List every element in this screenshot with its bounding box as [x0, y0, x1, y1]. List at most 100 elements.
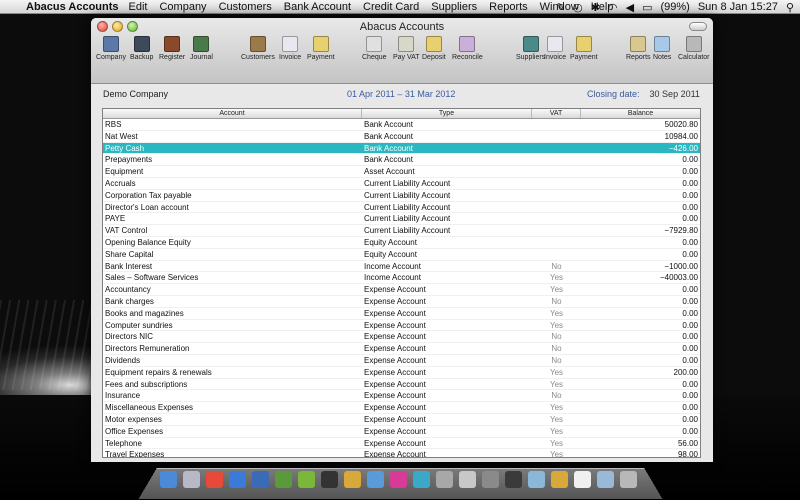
toolbar-register-button[interactable]: Register: [159, 36, 185, 61]
cell-type: Bank Account: [364, 155, 413, 165]
time-machine-icon[interactable]: ◴: [573, 1, 583, 14]
finder-icon[interactable]: [160, 471, 177, 488]
table-row[interactable]: Nat West Bank Account 10984.00: [103, 131, 700, 143]
toolbar-payment-button[interactable]: Payment: [307, 36, 335, 61]
menu-edit[interactable]: Edit: [129, 1, 148, 13]
activity-icon[interactable]: [505, 471, 522, 488]
closing-date-label: Closing date:: [587, 89, 640, 99]
cell-vat: [532, 131, 581, 142]
toolbar-reports-button[interactable]: Reports: [626, 36, 651, 61]
table-row[interactable]: Director's Loan account Current Liability…: [103, 202, 700, 214]
bluetooth-icon[interactable]: ✱: [591, 1, 600, 14]
toolbar-pay-vat-button[interactable]: Pay VAT: [393, 36, 420, 61]
cell-vat: [532, 119, 581, 130]
table-row[interactable]: Corporation Tax payable Current Liability…: [103, 190, 700, 202]
script-menu-icon[interactable]: ✎: [556, 1, 565, 14]
table-row[interactable]: Sales – Software Services Income Account Y…: [103, 272, 700, 285]
toolbar-cheque-button[interactable]: Cheque: [362, 36, 387, 61]
table-row[interactable]: Miscellaneous Expenses Expense Account Yes…: [103, 402, 700, 414]
toolbar-supplier-invoice-button[interactable]: Invoice: [544, 36, 566, 61]
trash-icon[interactable]: [620, 471, 637, 488]
document-icon[interactable]: [574, 471, 591, 488]
table-row[interactable]: Office Expenses Expense Account Yes 0.00: [103, 426, 700, 438]
table-row[interactable]: Dividends Expense Account No 0.00: [103, 355, 700, 367]
table-row[interactable]: Opening Balance Equity Equity Account 0.00: [103, 237, 700, 249]
toolbar-backup-button[interactable]: Backup: [130, 36, 153, 61]
cell-vat: [532, 166, 581, 177]
toolbar-customers-button[interactable]: Customers: [241, 36, 275, 61]
table-row[interactable]: Motor expenses Expense Account Yes 0.00: [103, 414, 700, 426]
cell-vat: Yes: [549, 414, 564, 424]
cell-account: PAYE: [105, 214, 126, 224]
facetime-icon[interactable]: [275, 471, 292, 488]
table-row[interactable]: Prepayments Bank Account 0.00: [103, 154, 700, 167]
table-row[interactable]: Fees and subscriptions Expense Account Yes…: [103, 379, 700, 391]
toolbar-company-button[interactable]: Company: [96, 36, 126, 61]
wifi-icon[interactable]: ◠: [608, 1, 618, 14]
cell-balance: 56.00: [677, 438, 698, 448]
mail-icon[interactable]: [183, 471, 200, 488]
battery-icon[interactable]: ▭: [642, 1, 652, 14]
cell-type: Equity Account: [364, 237, 417, 247]
column-header-account[interactable]: Account: [103, 109, 362, 118]
toolbar-invoice-button[interactable]: Invoice: [279, 36, 301, 61]
spotlight-icon[interactable]: ⚲: [786, 1, 794, 14]
table-row[interactable]: VAT Control Current Liability Account −792…: [103, 225, 700, 237]
table-row[interactable]: Insurance Expense Account No 0.00: [103, 390, 700, 403]
calendar-icon[interactable]: [206, 471, 223, 488]
column-header-balance[interactable]: Balance: [581, 109, 700, 118]
table-row[interactable]: RBS Bank Account 50020.80: [103, 119, 700, 131]
spotify-icon[interactable]: [298, 471, 315, 488]
table-row[interactable]: Directors NIC Expense Account No 0.00: [103, 331, 700, 344]
table-row[interactable]: Travel Expenses Expense Account Yes 98.00: [103, 449, 700, 457]
table-row[interactable]: Share Capital Equity Account 0.00: [103, 249, 700, 261]
toolbar-notes-button[interactable]: Notes: [653, 36, 671, 61]
terminal-icon[interactable]: [321, 471, 338, 488]
toolbar-supplier-payment-button[interactable]: Payment: [570, 36, 598, 61]
toolbar-reconcile-button[interactable]: Reconcile: [452, 36, 483, 61]
safari-icon[interactable]: [229, 471, 246, 488]
folder-icon[interactable]: [597, 471, 614, 488]
photos-icon[interactable]: [344, 471, 361, 488]
menu-company[interactable]: Company: [159, 1, 206, 13]
toolbar-calculator-button[interactable]: Calculator: [678, 36, 710, 61]
table-row[interactable]: Equipment repairs & renewals Expense Acco…: [103, 367, 700, 379]
volume-icon[interactable]: ◀: [626, 1, 634, 14]
column-header-type[interactable]: Type: [362, 109, 532, 118]
table-row[interactable]: Computer sundries Expense Account Yes 0.00: [103, 320, 700, 332]
toolbar-journal-button[interactable]: Journal: [190, 36, 213, 61]
earth-icon[interactable]: [252, 471, 269, 488]
table-row[interactable]: Accruals Current Liability Account 0.00: [103, 178, 700, 190]
toolbar-label: Invoice: [279, 54, 302, 61]
table-row[interactable]: Telephone Expense Account Yes 56.00: [103, 438, 700, 450]
menu-credit-card[interactable]: Credit Card: [363, 1, 419, 13]
itunes-icon[interactable]: [367, 471, 384, 488]
menu-suppliers[interactable]: Suppliers: [431, 1, 477, 13]
table-row[interactable]: Bank Interest Income Account No −1000.00: [103, 261, 700, 273]
menu-customers[interactable]: Customers: [219, 1, 272, 13]
preferences-icon[interactable]: [482, 471, 499, 488]
table-row[interactable]: Books and magazines Expense Account Yes 0.0…: [103, 308, 700, 320]
app-menu[interactable]: Abacus Accounts: [26, 1, 119, 13]
media-icon[interactable]: [390, 471, 407, 488]
gold-icon[interactable]: [551, 471, 568, 488]
table-row[interactable]: Equipment Asset Account 0.00: [103, 166, 700, 178]
table-row[interactable]: PAYE Current Liability Account 0.00: [103, 213, 700, 226]
mirror-icon[interactable]: [528, 471, 545, 488]
accounts-table[interactable]: Account Type VAT Balance RBS Bank Account…: [102, 108, 701, 458]
preview-icon[interactable]: [459, 471, 476, 488]
menu-bank-account[interactable]: Bank Account: [284, 1, 351, 13]
clock[interactable]: Sun 8 Jan 15:27: [698, 1, 778, 13]
table-row[interactable]: Petty Cash Bank Account −426.00: [103, 142, 700, 155]
table-row[interactable]: Bank charges Expense Account No 0.00: [103, 296, 700, 308]
stream-icon[interactable]: [413, 471, 430, 488]
toolbar-deposit-button[interactable]: Deposit: [422, 36, 446, 61]
table-row[interactable]: Directors Remuneration Expense Account No 0…: [103, 343, 700, 355]
calculator-icon[interactable]: [436, 471, 453, 488]
table-row[interactable]: Accountancy Expense Account Yes 0.00: [103, 284, 700, 296]
column-header-vat[interactable]: VAT: [532, 109, 581, 118]
toolbar-suppliers-button[interactable]: Suppliers: [516, 36, 545, 61]
toolbar-label: Invoice: [544, 54, 567, 61]
menu-reports[interactable]: Reports: [489, 1, 528, 13]
toolbar-toggle-button[interactable]: [689, 22, 707, 31]
